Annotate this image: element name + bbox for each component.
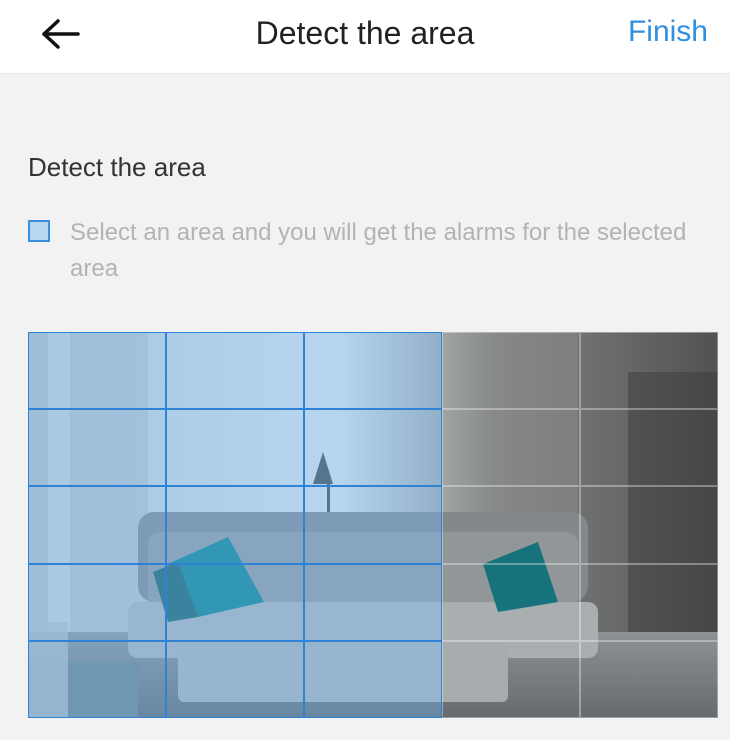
arrow-left-icon	[42, 19, 80, 49]
app-header: Detect the area Finish	[0, 0, 730, 74]
grid-cell[interactable]	[442, 486, 580, 564]
detection-area-panel[interactable]	[28, 332, 718, 718]
grid-cell-selected[interactable]	[304, 332, 442, 410]
grid-cell-selected[interactable]	[28, 563, 166, 641]
grid-cell[interactable]	[442, 640, 580, 718]
grid-cell-selected[interactable]	[166, 332, 304, 410]
grid-cell-selected[interactable]	[304, 640, 442, 718]
grid-cell-selected[interactable]	[166, 409, 304, 487]
grid-cell-selected[interactable]	[304, 409, 442, 487]
finish-button[interactable]: Finish	[628, 15, 708, 49]
grid-cell-selected[interactable]	[166, 640, 304, 718]
page-title: Detect the area	[255, 15, 475, 51]
grid-cell-selected[interactable]	[28, 640, 166, 718]
grid-cell-selected[interactable]	[28, 486, 166, 564]
detection-grid[interactable]	[28, 332, 718, 718]
grid-cell[interactable]	[442, 563, 580, 641]
legend-text: Select an area and you will get the alar…	[70, 219, 687, 282]
grid-cell[interactable]	[580, 640, 718, 718]
grid-cell[interactable]	[442, 409, 580, 487]
section-label: Detect the area	[28, 152, 206, 182]
grid-cell[interactable]	[442, 332, 580, 410]
grid-cell-selected[interactable]	[28, 332, 166, 410]
grid-cell-selected[interactable]	[304, 563, 442, 641]
grid-cell-selected[interactable]	[166, 486, 304, 564]
grid-cell[interactable]	[580, 409, 718, 487]
grid-cell[interactable]	[580, 563, 718, 641]
grid-cell-selected[interactable]	[304, 486, 442, 564]
grid-cell[interactable]	[580, 332, 718, 410]
grid-cell-selected[interactable]	[166, 563, 304, 641]
selected-area-swatch	[28, 220, 50, 242]
grid-cell-selected[interactable]	[28, 409, 166, 487]
back-button[interactable]	[40, 12, 90, 56]
selection-legend: Select an area and you will get the alar…	[28, 215, 718, 295]
grid-cell[interactable]	[580, 486, 718, 564]
